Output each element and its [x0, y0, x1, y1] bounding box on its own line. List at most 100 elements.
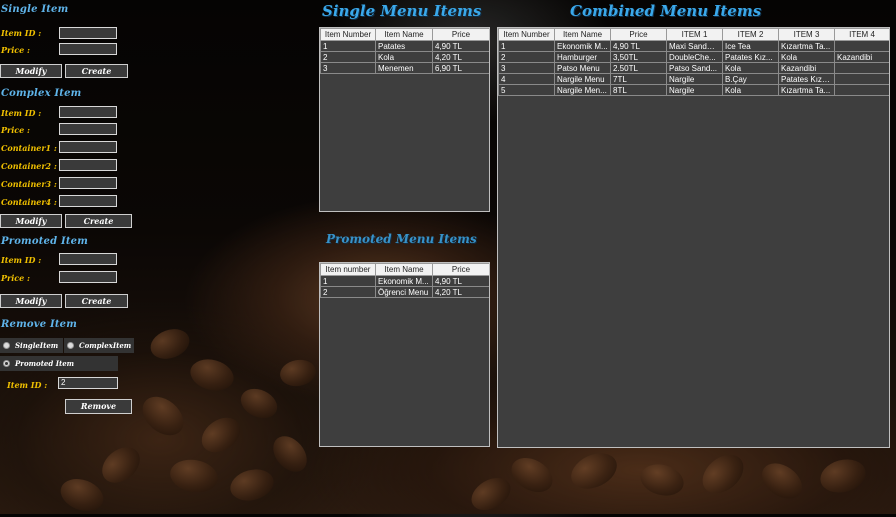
- cell-number: 2: [498, 51, 555, 63]
- cell-item2: Kola: [722, 84, 779, 96]
- combined-menu-table-panel[interactable]: Item Number Item Name Price ITEM 1 ITEM …: [497, 27, 890, 448]
- promoted-item-modify-button[interactable]: Modify: [0, 294, 62, 308]
- table-row[interactable]: 3 Menemen 6,90 TL: [320, 62, 489, 74]
- complex-item-price-label: Price :: [1, 125, 30, 135]
- col-item4-header[interactable]: ITEM 4: [834, 28, 889, 41]
- col-price-header[interactable]: Price: [432, 28, 489, 41]
- cell-item4: Kazandibi: [834, 51, 889, 63]
- promoted-menu-table: Item number Item Name Price 1 Ekonomik M…: [320, 263, 489, 298]
- container3-input[interactable]: [59, 177, 117, 189]
- radio-single-item[interactable]: SingleItem: [0, 338, 63, 353]
- single-item-id-label: Item ID :: [1, 28, 42, 38]
- cell-item1: Patso Sand...: [666, 62, 723, 74]
- complex-item-price-input[interactable]: [59, 123, 117, 135]
- promoted-menu-header-row: Item number Item Name Price: [320, 263, 489, 276]
- promoted-item-id-label: Item ID :: [1, 255, 42, 265]
- combined-menu-header-row: Item Number Item Name Price ITEM 1 ITEM …: [498, 28, 889, 41]
- promoted-item-price-label: Price :: [1, 273, 30, 283]
- cell-item1: Nargile: [666, 84, 723, 96]
- col-price-header[interactable]: Price: [610, 28, 667, 41]
- cell-number: 4: [498, 73, 555, 85]
- radio-complex-label: ComplexItem: [79, 341, 132, 350]
- table-row[interactable]: 1 Ekonomik M... 4,90 TL Maxi Sandwi... I…: [498, 40, 889, 52]
- cell-price: 4,90 TL: [432, 40, 489, 52]
- col-item1-header[interactable]: ITEM 1: [666, 28, 723, 41]
- col-item-number-header[interactable]: Item Number: [498, 28, 555, 41]
- container1-input[interactable]: [59, 141, 117, 153]
- radio-promoted-item[interactable]: Promoted Item: [0, 356, 118, 371]
- promoted-item-create-button[interactable]: Create: [65, 294, 128, 308]
- complex-item-modify-button[interactable]: Modify: [0, 214, 62, 228]
- cell-number: 3: [498, 62, 555, 74]
- remove-item-title: Remove Item: [1, 319, 78, 330]
- promoted-menu-table-panel[interactable]: Item number Item Name Price 1 Ekonomik M…: [319, 262, 490, 447]
- col-item-number-header[interactable]: Item number: [320, 263, 376, 276]
- cell-number: 1: [498, 40, 555, 52]
- combined-menu-table: Item Number Item Name Price ITEM 1 ITEM …: [498, 28, 889, 96]
- promoted-menu-title: Promoted Menu Items: [326, 232, 477, 246]
- single-item-title: Single Item: [1, 4, 69, 15]
- container2-input[interactable]: [59, 159, 117, 171]
- single-item-id-input[interactable]: [59, 27, 117, 39]
- single-item-create-button[interactable]: Create: [65, 64, 128, 78]
- radio-promoted-label: Promoted Item: [15, 359, 75, 368]
- cell-price: 7TL: [610, 73, 667, 85]
- cell-name: Hamburger: [554, 51, 611, 63]
- table-row[interactable]: 2 Hamburger 3,50TL DoubleChe... Patates …: [498, 51, 889, 63]
- table-row[interactable]: 3 Patso Menu 2.50TL Patso Sand... Kola K…: [498, 62, 889, 74]
- remove-item-id-input[interactable]: 2: [58, 377, 118, 389]
- single-item-modify-button[interactable]: Modify: [0, 64, 62, 78]
- col-item-name-header[interactable]: Item Name: [375, 28, 433, 41]
- cell-number: 5: [498, 84, 555, 96]
- cell-name: Patates: [375, 40, 433, 52]
- table-row[interactable]: 2 Kola 4,20 TL: [320, 51, 489, 63]
- cell-item3: Kola: [778, 51, 835, 63]
- single-item-price-input[interactable]: [59, 43, 117, 55]
- combined-menu-title: Combined Menu Items: [570, 2, 762, 20]
- promoted-item-price-input[interactable]: [59, 271, 117, 283]
- table-row[interactable]: 5 Nargile Men... 8TL Nargile Kola Kızart…: [498, 84, 889, 96]
- cell-item4: [834, 62, 889, 74]
- container3-label: Container3 :: [1, 179, 57, 189]
- cell-number: 2: [320, 286, 376, 298]
- complex-item-title: Complex Item: [1, 88, 82, 99]
- container4-input[interactable]: [59, 195, 117, 207]
- cell-item3: Patates Kıza...: [778, 73, 835, 85]
- cell-price: 2.50TL: [610, 62, 667, 74]
- col-item-number-header[interactable]: Item Number: [320, 28, 376, 41]
- complex-item-id-label: Item ID :: [1, 108, 42, 118]
- cell-name: Ekonomik M...: [375, 275, 433, 287]
- cell-price: 4,90 TL: [432, 275, 489, 287]
- promoted-item-id-input[interactable]: [59, 253, 117, 265]
- remove-item-id-label: Item ID :: [7, 380, 48, 390]
- col-item-name-header[interactable]: Item Name: [375, 263, 433, 276]
- promoted-item-title: Promoted Item: [1, 236, 89, 247]
- single-menu-header-row: Item Number Item Name Price: [320, 28, 489, 41]
- cell-item1: Maxi Sandwi...: [666, 40, 723, 52]
- cell-item2: B.Çay: [722, 73, 779, 85]
- container1-label: Container1 :: [1, 143, 57, 153]
- col-item2-header[interactable]: ITEM 2: [722, 28, 779, 41]
- complex-item-id-input[interactable]: [59, 106, 117, 118]
- table-row[interactable]: 2 Öğrenci Menu 4,20 TL: [320, 286, 489, 298]
- cell-price: 3,50TL: [610, 51, 667, 63]
- single-menu-table: Item Number Item Name Price 1 Patates 4,…: [320, 28, 489, 74]
- radio-complex-dot: [67, 342, 74, 349]
- radio-complex-item[interactable]: ComplexItem: [64, 338, 134, 353]
- table-row[interactable]: 1 Ekonomik M... 4,90 TL: [320, 275, 489, 287]
- cell-name: Öğrenci Menu: [375, 286, 433, 298]
- table-row[interactable]: 4 Nargile Menu 7TL Nargile B.Çay Patates…: [498, 73, 889, 85]
- single-menu-title: Single Menu Items: [322, 2, 482, 20]
- col-item3-header[interactable]: ITEM 3: [778, 28, 835, 41]
- cell-name: Kola: [375, 51, 433, 63]
- cell-item2: Kola: [722, 62, 779, 74]
- complex-item-create-button[interactable]: Create: [65, 214, 132, 228]
- cell-item4: [834, 73, 889, 85]
- col-price-header[interactable]: Price: [432, 263, 489, 276]
- remove-button[interactable]: Remove: [65, 399, 132, 414]
- col-item-name-header[interactable]: Item Name: [554, 28, 611, 41]
- cell-name: Ekonomik M...: [554, 40, 611, 52]
- single-menu-table-panel[interactable]: Item Number Item Name Price 1 Patates 4,…: [319, 27, 490, 212]
- cell-item3: Kızartma Ta...: [778, 84, 835, 96]
- table-row[interactable]: 1 Patates 4,90 TL: [320, 40, 489, 52]
